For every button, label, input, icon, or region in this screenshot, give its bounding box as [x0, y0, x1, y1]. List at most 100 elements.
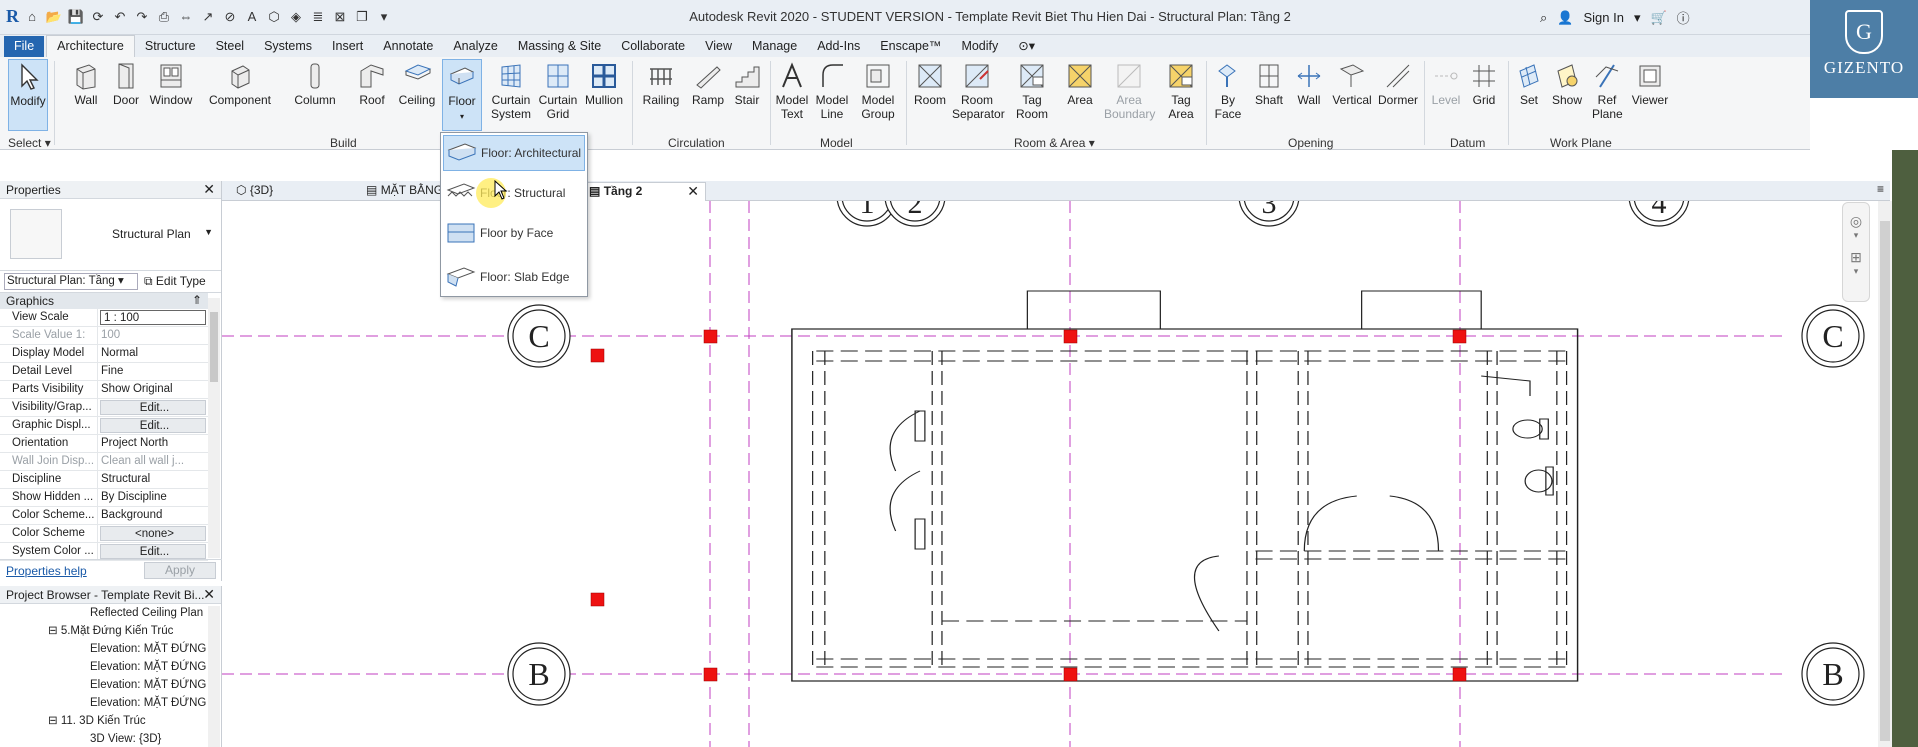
column[interactable] — [1452, 667, 1467, 682]
navigation-bar[interactable]: ◎ ▾ ⊞ ▾ — [1842, 202, 1870, 302]
curtain-system-button[interactable]: Curtain System — [488, 59, 534, 121]
grid-button[interactable]: Grid — [1466, 59, 1502, 107]
tab-manage[interactable]: Manage — [742, 36, 807, 57]
tab-annotate[interactable]: Annotate — [373, 36, 443, 57]
edit-type-button[interactable]: ⧉ Edit Type — [144, 274, 206, 289]
property-row-display-model[interactable]: Display Model Normal — [0, 345, 208, 363]
by-face-button[interactable]: By Face — [1210, 59, 1246, 121]
window-button[interactable]: Window — [146, 59, 196, 107]
tree-node[interactable]: Reflected Ceiling Plan — [0, 604, 221, 622]
color-scheme-button[interactable]: <none> — [100, 526, 206, 541]
column[interactable] — [703, 329, 718, 344]
top-bay-left[interactable] — [1026, 290, 1161, 330]
tab-structure[interactable]: Structure — [135, 36, 206, 57]
tab-add-ins[interactable]: Add-Ins — [807, 36, 870, 57]
top-bay-right[interactable] — [1361, 290, 1482, 330]
ceiling-button[interactable]: Ceiling — [396, 59, 438, 107]
mullion-button[interactable]: Mullion — [582, 59, 626, 107]
measure-icon[interactable]: ⇔ — [177, 8, 195, 26]
collapse-icon[interactable]: ⊟ — [48, 715, 58, 727]
graphics-section-header[interactable]: Graphics ⇑ — [0, 293, 208, 309]
sign-in-link[interactable]: Sign In — [1583, 10, 1623, 25]
set-button[interactable]: Set — [1512, 59, 1546, 107]
help-icon[interactable]: ⓘ — [1677, 8, 1690, 27]
close-icon[interactable]: ✕ — [203, 586, 215, 603]
text-icon[interactable]: A — [243, 8, 261, 26]
scrollbar-thumb[interactable] — [210, 312, 218, 382]
railing-button[interactable]: Railing — [640, 59, 682, 107]
print-icon[interactable]: ⎙ — [155, 8, 173, 26]
level-button[interactable]: Level — [1428, 59, 1464, 107]
stair-button[interactable]: Stair — [730, 59, 764, 107]
ribbon-minimize-icon[interactable]: ⊙▾ — [1008, 35, 1045, 57]
tab-massing-site[interactable]: Massing & Site — [508, 36, 611, 57]
column[interactable] — [590, 348, 605, 363]
door-button[interactable]: Door — [108, 59, 144, 107]
area-button[interactable]: Area — [1062, 59, 1098, 107]
column[interactable] — [1452, 329, 1467, 344]
tree-node[interactable]: ⊟ 5.Mặt Đứng Kiến Trúc — [0, 622, 221, 640]
model-group-button[interactable]: Model Group — [856, 59, 900, 121]
customize-qat-icon[interactable]: ▾ — [375, 8, 393, 26]
tag-room-button[interactable]: Tag Room — [1012, 59, 1052, 121]
property-row-orientation[interactable]: Orientation Project North — [0, 435, 208, 453]
model-line-button[interactable]: Model Line — [812, 59, 852, 121]
tab-view[interactable]: View — [695, 36, 742, 57]
instance-filter-select[interactable]: Structural Plan: Tầng ▾ — [4, 273, 138, 290]
switch-windows-icon[interactable]: ❐ — [353, 8, 371, 26]
ramp-button[interactable]: Ramp — [688, 59, 728, 107]
vertical-button[interactable]: Vertical — [1330, 59, 1374, 107]
roof-button[interactable]: Roof — [352, 59, 392, 107]
sync-icon[interactable]: ⟳ — [89, 8, 107, 26]
tree-node[interactable]: Elevation: MẶT ĐỨNG — [0, 658, 221, 676]
browser-scrollbar[interactable] — [208, 606, 220, 747]
floor-button[interactable]: Floor ▾ — [442, 59, 482, 131]
apply-button[interactable]: Apply — [144, 562, 216, 579]
column[interactable] — [1063, 329, 1078, 344]
view-tab-mat-bang[interactable]: ▤ MẶT BẰNG — [360, 182, 449, 201]
wall-button[interactable]: Wall — [66, 59, 106, 107]
cart-icon[interactable]: 🛒 — [1650, 10, 1666, 26]
menu-item-floor-architectural[interactable]: Floor: Architectural — [443, 135, 585, 171]
canvas-vertical-scrollbar[interactable] — [1878, 201, 1892, 747]
thin-lines-icon[interactable]: ≣ — [309, 8, 327, 26]
menu-item-floor-slab-edge[interactable]: Floor: Slab Edge — [443, 259, 585, 295]
edit-button[interactable]: Edit... — [100, 418, 206, 433]
tab-enscape[interactable]: Enscape™ — [870, 36, 951, 57]
component-button[interactable]: Component — [204, 59, 276, 107]
tree-node[interactable]: 3D View: {3D} — [0, 730, 221, 747]
undo-icon[interactable]: ↶ — [111, 8, 129, 26]
properties-scrollbar[interactable] — [208, 298, 220, 558]
3d-view-icon[interactable]: ⬡ — [265, 8, 283, 26]
room-area-group-label[interactable]: Room & Area ▾ — [1014, 136, 1095, 150]
select-group-label[interactable]: Select ▾ — [8, 136, 51, 150]
tag-area-button[interactable]: Tag Area — [1162, 59, 1200, 121]
modify-button[interactable]: Modify — [8, 59, 48, 131]
collapse-icon[interactable]: ⇑ — [192, 293, 202, 307]
user-icon[interactable]: 👤 — [1557, 10, 1573, 26]
column[interactable] — [590, 592, 605, 607]
tab-list-icon[interactable]: ≡ — [1877, 182, 1884, 196]
curtain-grid-button[interactable]: Curtain Grid — [538, 59, 578, 121]
revit-logo-icon[interactable]: R — [6, 6, 19, 27]
view-scale-field[interactable]: 1 : 100 — [100, 310, 206, 325]
shaft-button[interactable]: Shaft — [1250, 59, 1288, 107]
tab-steel[interactable]: Steel — [206, 36, 255, 57]
properties-help-link[interactable]: Properties help — [6, 564, 87, 578]
zoom-icon[interactable]: ⊞ — [1843, 249, 1869, 266]
model-text-button[interactable]: Model Text — [774, 59, 810, 121]
edit-button[interactable]: Edit... — [100, 400, 206, 415]
column[interactable] — [1063, 667, 1078, 682]
binoculars-icon[interactable]: ⌕ — [1540, 10, 1547, 26]
tab-file[interactable]: File — [4, 36, 45, 57]
type-selector[interactable]: Structural Plan ▼ — [0, 199, 221, 271]
wall-opening-button[interactable]: Wall — [1292, 59, 1326, 107]
close-icon[interactable]: ✕ — [687, 183, 699, 200]
redo-icon[interactable]: ↷ — [133, 8, 151, 26]
menu-item-floor-by-face[interactable]: Floor by Face — [443, 215, 585, 251]
tree-node[interactable]: ⊟ 11. 3D Kiến Trúc — [0, 712, 221, 730]
steering-wheel-icon[interactable]: ◎ — [1843, 213, 1869, 230]
property-row-detail-level[interactable]: Detail Level Fine — [0, 363, 208, 381]
show-button[interactable]: Show — [1548, 59, 1586, 107]
tab-architecture[interactable]: Architecture — [46, 35, 135, 57]
